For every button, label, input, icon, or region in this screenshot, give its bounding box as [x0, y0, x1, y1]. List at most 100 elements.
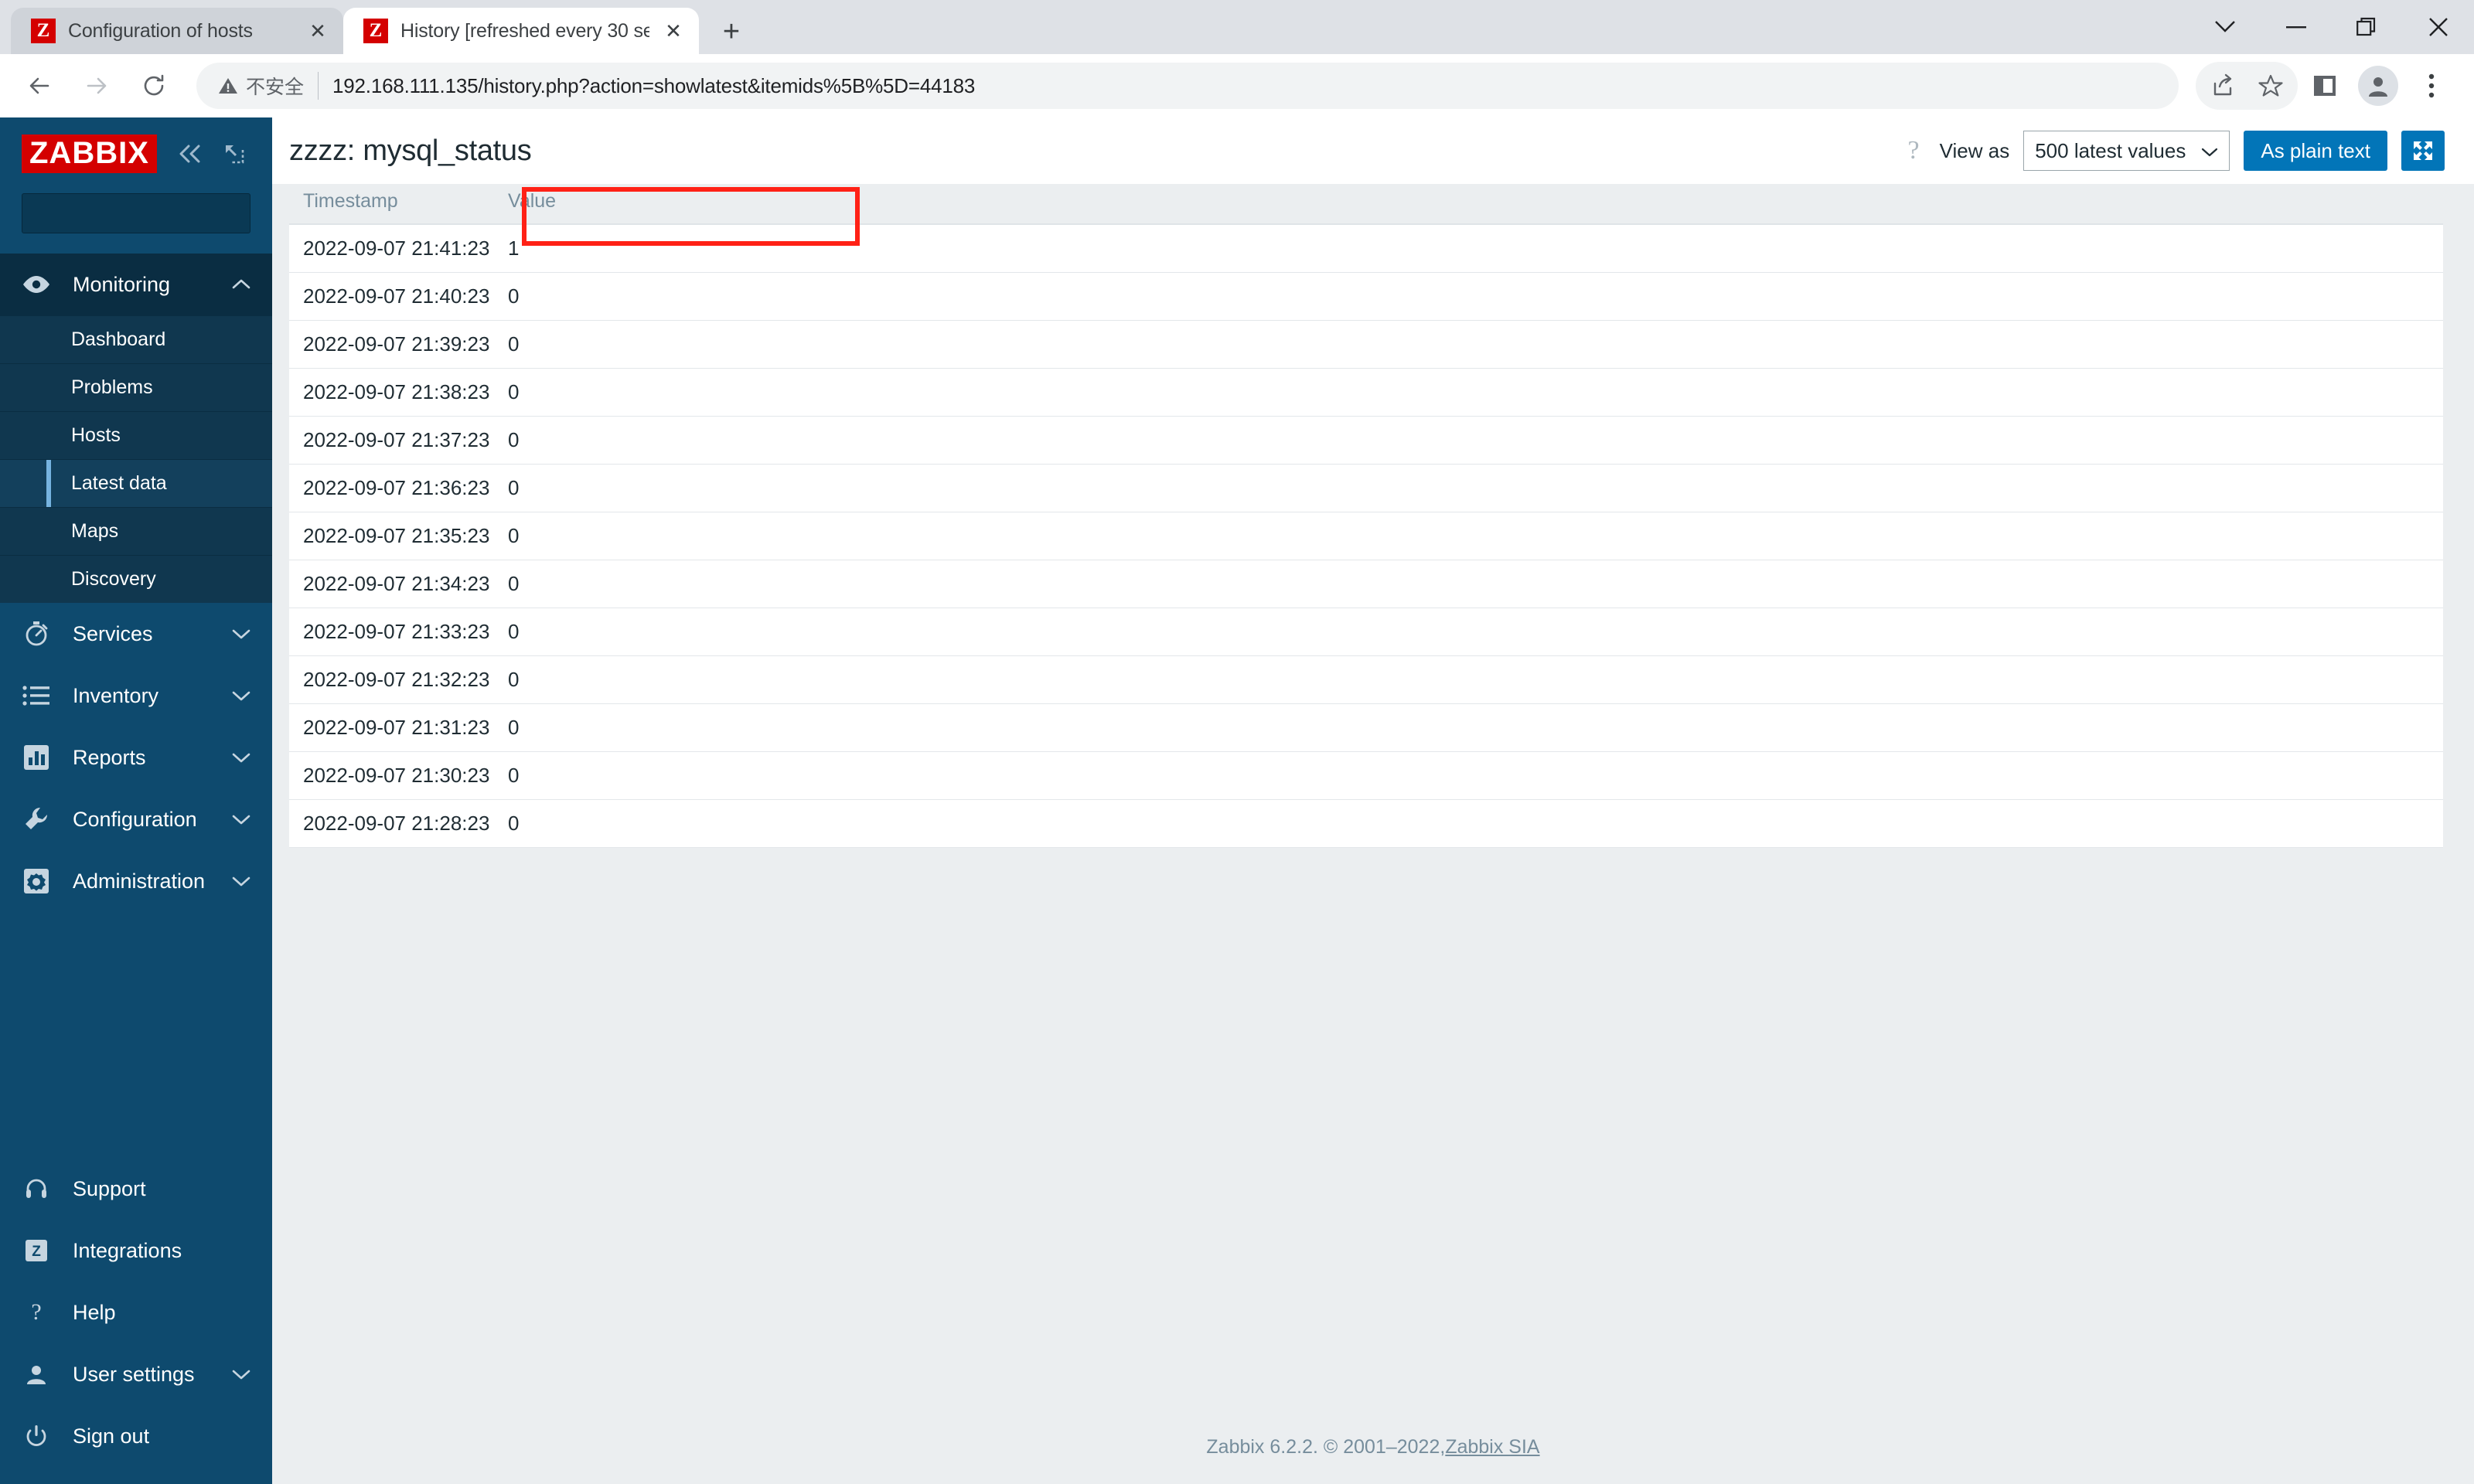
forward-icon[interactable]: [71, 60, 122, 111]
chevron-down-icon[interactable]: [232, 628, 250, 640]
cell-timestamp: 2022-09-07 21:36:23: [289, 464, 494, 512]
url-host: 192.168.111.135: [332, 73, 479, 97]
column-header-value[interactable]: Value: [494, 184, 2443, 225]
zabbix-logo[interactable]: ZABBIX: [22, 134, 157, 173]
bar-chart-icon: [20, 744, 53, 771]
sidebar-item-inventory[interactable]: Inventory: [0, 665, 272, 727]
sidebar-item-help[interactable]: ? Help: [0, 1281, 272, 1343]
restore-icon[interactable]: [2332, 0, 2403, 54]
cell-timestamp: 2022-09-07 21:32:23: [289, 655, 494, 704]
chevron-up-icon[interactable]: [232, 278, 250, 291]
cell-timestamp: 2022-09-07 21:39:23: [289, 320, 494, 369]
chevron-down-icon[interactable]: [232, 875, 250, 887]
sidebar-item-integrations[interactable]: Z Integrations: [0, 1220, 272, 1281]
list-icon: [20, 685, 53, 706]
search-box[interactable]: [22, 193, 285, 233]
headset-icon: [20, 1177, 53, 1200]
column-header-timestamp[interactable]: Timestamp: [289, 184, 494, 225]
header-controls: ? View as 500 latest values As plain tex…: [1902, 131, 2445, 171]
table-row[interactable]: 2022-09-07 21:40:23 0: [289, 272, 2443, 321]
sidebar-item-monitoring[interactable]: Monitoring: [0, 254, 272, 315]
cell-timestamp: 2022-09-07 21:30:23: [289, 751, 494, 800]
cell-value: 0: [494, 368, 2443, 417]
as-plain-text-button[interactable]: As plain text: [2244, 131, 2387, 171]
table-row[interactable]: 2022-09-07 21:41:23 1: [289, 224, 2443, 273]
sidebar-item-problems[interactable]: Problems: [0, 363, 272, 411]
sidebar-item-dashboard[interactable]: Dashboard: [0, 315, 272, 363]
zabbix-sia-link[interactable]: Zabbix SIA: [1445, 1436, 1539, 1458]
chevron-down-icon[interactable]: [232, 689, 250, 702]
share-icon[interactable]: [2199, 62, 2247, 110]
chevron-down-icon[interactable]: [232, 1368, 250, 1380]
sidebar-item-label: Inventory: [73, 683, 159, 707]
sidebar-item-label: Administration: [73, 869, 206, 893]
chevron-down-icon[interactable]: [232, 751, 250, 764]
sidebar-item-label: Reports: [73, 745, 146, 769]
browser-tab-2[interactable]: Z History [refreshed every 30 se ✕: [343, 8, 699, 54]
profile-avatar[interactable]: [2358, 66, 2398, 106]
search-input[interactable]: [36, 202, 285, 225]
tab-search-chevron-icon[interactable]: [2189, 0, 2261, 54]
svg-text:?: ?: [31, 1301, 41, 1324]
table-row[interactable]: 2022-09-07 21:30:23 0: [289, 751, 2443, 800]
sidebar-item-latest-data[interactable]: Latest data: [0, 459, 272, 507]
browser-tab-1[interactable]: Z Configuration of hosts ✕: [11, 8, 343, 54]
view-as-select[interactable]: 500 latest values: [2023, 131, 2230, 171]
sidebar-item-user-settings[interactable]: User settings: [0, 1343, 272, 1405]
table-row[interactable]: 2022-09-07 21:28:23 0: [289, 799, 2443, 848]
side-panel-icon[interactable]: [2301, 62, 2349, 110]
question-mark-icon: ?: [20, 1301, 53, 1324]
chevron-double-left-icon[interactable]: [177, 144, 203, 164]
table-row[interactable]: 2022-09-07 21:35:23 0: [289, 512, 2443, 560]
collapse-sidebar-icon[interactable]: [223, 143, 245, 165]
warning-triangle-icon: [219, 78, 237, 94]
table-row[interactable]: 2022-09-07 21:34:23 0: [289, 560, 2443, 608]
close-icon[interactable]: ✕: [662, 19, 685, 43]
table-row[interactable]: 2022-09-07 21:36:23 0: [289, 464, 2443, 512]
chevron-down-icon: [2201, 139, 2218, 163]
browser-tab-title: Configuration of hosts: [68, 19, 253, 42]
sidebar-item-discovery[interactable]: Discovery: [0, 555, 272, 603]
minimize-icon[interactable]: [2261, 0, 2332, 54]
sidebar-item-support[interactable]: Support: [0, 1158, 272, 1220]
kiosk-mode-button[interactable]: [2401, 131, 2445, 171]
toolbar-right: [2196, 62, 2455, 110]
new-tab-button[interactable]: +: [708, 9, 755, 54]
sidebar-item-label: Support: [73, 1176, 146, 1200]
browser-tab-strip: Z Configuration of hosts ✕ Z History [re…: [0, 0, 2474, 54]
reload-icon[interactable]: [128, 60, 179, 111]
sidebar-item-administration[interactable]: Administration: [0, 850, 272, 912]
chevron-down-icon[interactable]: [232, 813, 250, 825]
table-row[interactable]: 2022-09-07 21:39:23 0: [289, 320, 2443, 369]
table-row[interactable]: 2022-09-07 21:31:23 0: [289, 703, 2443, 752]
sidebar-item-services[interactable]: Services: [0, 603, 272, 665]
security-warning[interactable]: 不安全: [218, 72, 319, 100]
cell-value: 0: [494, 416, 2443, 465]
table-row[interactable]: 2022-09-07 21:38:23 0: [289, 368, 2443, 417]
stopwatch-icon: [20, 621, 53, 647]
question-mark-icon[interactable]: ?: [1902, 136, 1926, 165]
sidebar-item-maps[interactable]: Maps: [0, 507, 272, 555]
sidebar-subitem-label: Dashboard: [71, 328, 166, 350]
sidebar-item-configuration[interactable]: Configuration: [0, 788, 272, 850]
sidebar-item-sign-out[interactable]: Sign out: [0, 1405, 272, 1467]
page-footer: Zabbix 6.2.2. © 2001–2022, Zabbix SIA: [272, 1410, 2474, 1484]
table-row[interactable]: 2022-09-07 21:37:23 0: [289, 416, 2443, 465]
close-icon[interactable]: ✕: [306, 19, 329, 43]
sidebar-item-reports[interactable]: Reports: [0, 727, 272, 788]
address-bar[interactable]: 不安全 192.168.111.135/history.php?action=s…: [196, 63, 2179, 109]
three-dot-menu-icon[interactable]: [2408, 62, 2455, 110]
bookmark-star-icon[interactable]: [2247, 62, 2295, 110]
svg-text:Z: Z: [32, 1244, 41, 1260]
cell-value: 0: [494, 655, 2443, 704]
cell-value: 0: [494, 799, 2443, 848]
close-icon[interactable]: [2403, 0, 2474, 54]
back-icon[interactable]: [14, 60, 65, 111]
table-row[interactable]: 2022-09-07 21:32:23 0: [289, 655, 2443, 704]
table-row[interactable]: 2022-09-07 21:33:23 0: [289, 608, 2443, 656]
sidebar-subitem-label: Maps: [71, 520, 119, 542]
sidebar-item-hosts[interactable]: Hosts: [0, 411, 272, 459]
zabbix-badge-icon: Z: [20, 1239, 53, 1262]
sidebar-item-label: Configuration: [73, 807, 197, 831]
table-header-row: Timestamp Value: [289, 184, 2443, 225]
